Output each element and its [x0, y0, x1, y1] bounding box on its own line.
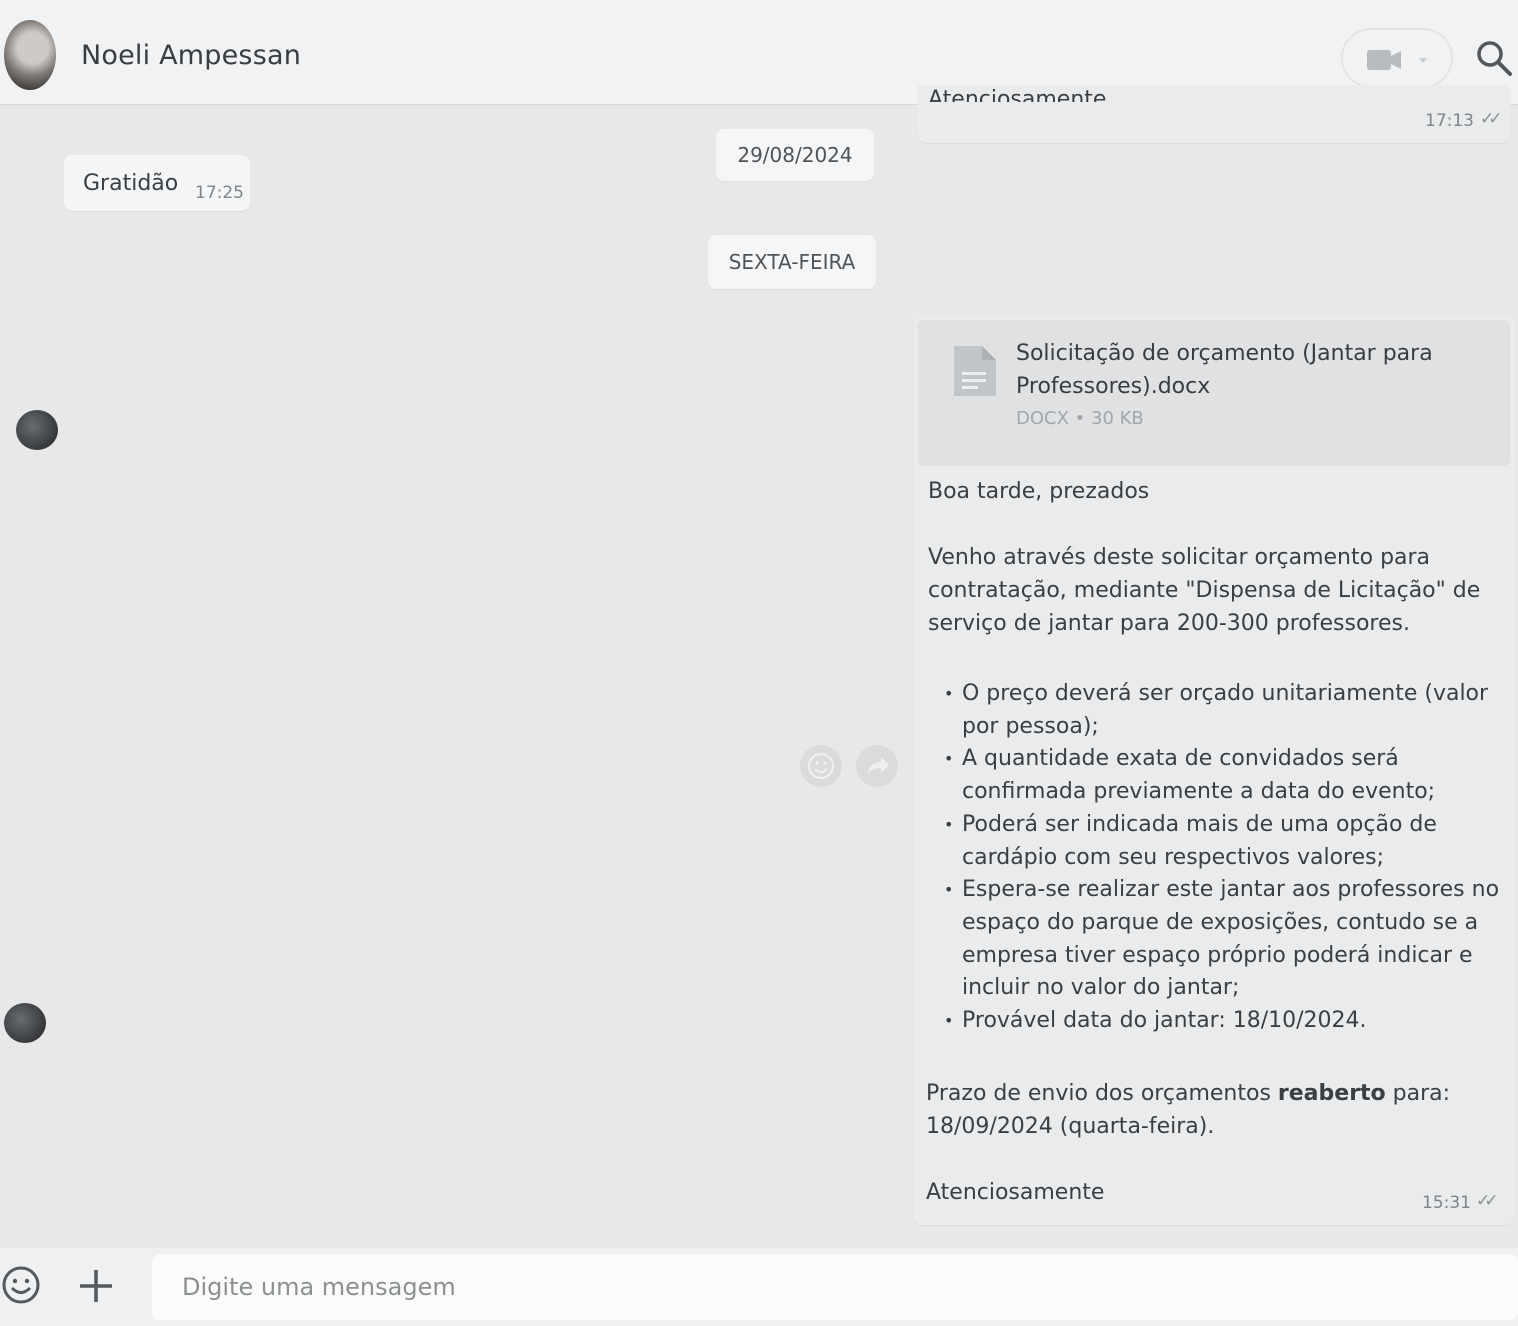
document-attachment[interactable]: Solicitação de orçamento (Jantar para Pr… [918, 320, 1510, 466]
list-item: Poderá ser indicada mais de uma opção de… [944, 809, 1504, 874]
message-deadline: Prazo de envio dos orçamentos reaberto p… [926, 1077, 1496, 1143]
emoji-icon[interactable] [0, 1264, 42, 1306]
date-separator: 29/08/2024 [716, 129, 874, 181]
attachment-filename: Solicitação de orçamento (Jantar para Pr… [1016, 341, 1433, 399]
message-text: Atenciosamente [928, 87, 1107, 112]
plus-icon[interactable] [78, 1268, 114, 1304]
forward-icon[interactable] [856, 745, 898, 787]
message-time: 15:31 [1422, 1193, 1471, 1213]
read-receipt-icon: ✓✓ [1476, 1191, 1498, 1211]
document-icon [954, 346, 996, 396]
read-receipt-icon: ✓✓ [1480, 109, 1502, 129]
message-composer [0, 1248, 1518, 1326]
deadline-bold-text: reaberto [1277, 1081, 1386, 1106]
message-text: Gratidão [83, 171, 179, 196]
list-item: O preço deverá ser orçado unitariamente … [944, 678, 1504, 743]
list-item: Provável data do jantar: 18/10/2024. [944, 1005, 1504, 1038]
contact-avatar[interactable] [4, 20, 56, 90]
message-time: 17:13 [1425, 111, 1474, 131]
message-bubble-incoming[interactable]: Gratidão 17:25 [64, 155, 250, 211]
list-item: A quantidade exata de convidados será co… [944, 743, 1504, 808]
attachment-meta: DOCX • 30 KB [1016, 408, 1144, 429]
message-input[interactable] [180, 1266, 1484, 1308]
deadline-text: Prazo de envio dos orçamentos [926, 1081, 1271, 1106]
message-input-container[interactable] [152, 1254, 1518, 1320]
video-call-button[interactable] [1341, 28, 1453, 88]
message-list[interactable]: Atenciosamente 17:13 ✓✓ Gratidão 17:25 2… [0, 85, 1518, 1248]
search-icon[interactable] [1474, 38, 1514, 78]
punch-hole-mark [4, 1003, 46, 1043]
list-item: Espera-se realizar este jantar aos profe… [944, 874, 1504, 1005]
video-camera-icon [1367, 50, 1427, 70]
contact-name[interactable]: Noeli Ampessan [81, 40, 301, 71]
day-separator: SEXTA-FEIRA [708, 235, 876, 289]
emoji-reaction-icon[interactable] [800, 745, 842, 787]
message-bullet-list: O preço deverá ser orçado unitariamente … [944, 678, 1504, 1038]
message-bubble-outgoing[interactable]: Atenciosamente 17:13 ✓✓ [918, 85, 1510, 143]
punch-hole-mark [16, 410, 58, 450]
message-time: 17:25 [195, 183, 244, 203]
message-signoff: Atenciosamente [926, 1180, 1105, 1205]
message-intro: Venho através deste solicitar orçamento … [928, 545, 1481, 636]
message-greeting: Boa tarde, prezados [928, 479, 1150, 504]
